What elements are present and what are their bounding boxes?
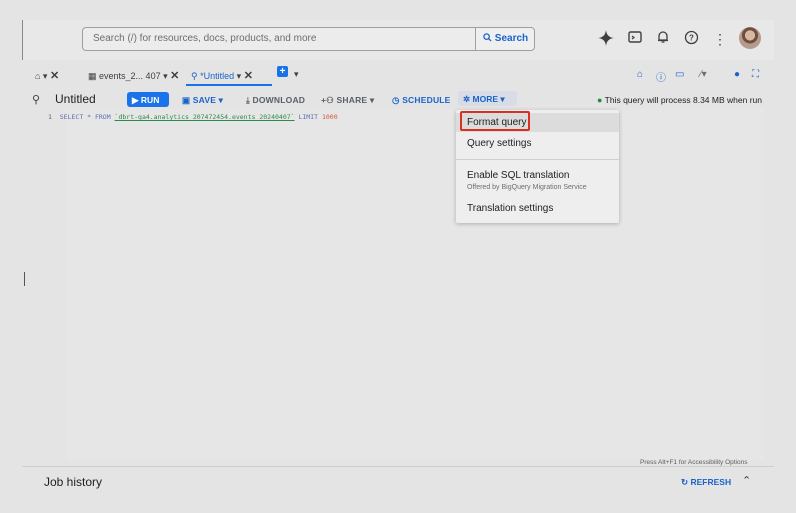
line-number: 1 — [48, 113, 52, 121]
new-tab-menu-icon[interactable]: ▾ — [294, 69, 299, 80]
share-label: SHARE — [336, 95, 368, 105]
search-button[interactable]: Search — [475, 27, 535, 51]
refresh-button[interactable]: ↻ REFRESH — [681, 477, 731, 488]
highlight-box — [460, 111, 530, 131]
play-icon: ▶ — [132, 95, 139, 105]
sql-keyword: SELECT * FROM — [59, 113, 115, 121]
account-avatar[interactable] — [739, 27, 761, 49]
menu-item-translation-settings[interactable]: Translation settings — [467, 203, 553, 214]
clock-icon: ◷ — [392, 95, 400, 105]
cloud-shell-icon[interactable] — [626, 30, 644, 48]
close-icon[interactable]: ✕ — [244, 70, 253, 82]
refresh-icon: ↻ — [681, 477, 689, 487]
download-icon: ⤓ — [246, 95, 250, 105]
run-label: RUN — [140, 95, 160, 105]
close-icon[interactable]: ✕ — [170, 70, 179, 82]
gemini-sparkle-icon[interactable] — [597, 30, 615, 48]
resize-handle[interactable] — [24, 272, 25, 286]
help-icon[interactable]: ? — [682, 30, 700, 48]
job-history-title: Job history — [44, 475, 103, 489]
save-label: SAVE — [192, 95, 217, 105]
menu-item-sub-text: Offered by BigQuery Migration Service — [467, 184, 587, 191]
search-input[interactable]: Search (/) for resources, docs, products… — [82, 27, 475, 51]
home-tab[interactable]: ⌂ ▾ ✕ — [35, 69, 59, 82]
run-button[interactable]: ▶ RUN — [127, 92, 169, 107]
tab-events-table[interactable]: ▦ events_2... 407 ▾ ✕ — [88, 69, 179, 82]
process-text: This query will process 8.34 MB when run — [604, 95, 762, 105]
menu-divider — [456, 159, 619, 160]
query-validation-status: ● This query will process 8.34 MB when r… — [597, 95, 762, 105]
lightbulb-icon[interactable]: ● — [734, 69, 740, 80]
download-label: DOWNLOAD — [252, 95, 306, 105]
save-button[interactable]: ▣ SAVE ▾ — [182, 95, 223, 106]
refresh-label: REFRESH — [690, 477, 732, 487]
accessibility-hint: Press Alt+F1 for Accessibility Options — [640, 459, 748, 466]
sql-editor[interactable] — [66, 109, 764, 460]
save-icon: ▣ — [182, 95, 191, 105]
menu-item-query-settings[interactable]: Query settings — [467, 138, 531, 149]
table-icon: ▦ — [88, 71, 97, 81]
chevron-down-icon: ▾ — [236, 71, 242, 81]
download-button[interactable]: ⤓ DOWNLOAD — [246, 95, 305, 106]
query-icon: ⚲ — [32, 94, 41, 106]
query-icon: ⚲ — [191, 71, 198, 81]
more-vert-icon[interactable]: ⋮ — [711, 30, 729, 48]
svg-text:?: ? — [689, 34, 694, 43]
more-button[interactable]: ✲ MORE ▾ — [458, 91, 517, 106]
new-tab-icon[interactable]: + — [277, 66, 288, 77]
job-history-bar — [22, 466, 774, 495]
query-title[interactable]: Untitled — [55, 92, 96, 106]
left-divider — [22, 20, 23, 60]
sql-keyword-limit: LIMIT — [294, 113, 322, 121]
notifications-icon[interactable] — [654, 30, 672, 48]
chevron-down-icon: ▾ — [163, 71, 168, 81]
schedule-button[interactable]: ◷ SCHEDULE — [392, 95, 451, 106]
menu-item-enable-sql-translation[interactable]: Enable SQL translation — [467, 170, 569, 181]
fullscreen-icon[interactable]: ⛶ — [752, 69, 759, 80]
tab-untitled-label: *Untitled — [200, 71, 235, 81]
pen-icon[interactable]: ⁄▾ — [700, 69, 707, 80]
schedule-label: SCHEDULE — [402, 95, 451, 105]
share-button[interactable]: +⚇ SHARE ▾ — [321, 95, 374, 106]
check-circle-icon: ● — [597, 95, 603, 105]
sql-limit-value: 1000 — [321, 113, 338, 121]
info-icon[interactable]: ⓘ — [656, 69, 666, 84]
chevron-up-icon[interactable]: ⌃ — [742, 474, 751, 487]
keyboard-icon[interactable]: ▭ — [675, 69, 684, 80]
search-button-label: Search — [494, 33, 529, 44]
code-line-1[interactable]: 1 SELECT * FROM `dbrt-ga4.analytics_2074… — [48, 113, 338, 121]
tab-events-label: events_2... 407 — [99, 71, 161, 81]
sql-table-ref: `dbrt-ga4.analytics_207472454.events_202… — [114, 113, 295, 121]
tab-untitled[interactable]: ⚲ *Untitled ▾ ✕ — [191, 69, 253, 82]
share-icon: +⚇ — [321, 95, 334, 105]
search-icon — [483, 33, 492, 42]
gear-icon: ✲ — [463, 94, 471, 104]
active-tab-indicator — [186, 84, 272, 86]
home-icon[interactable]: ⌂ — [637, 69, 643, 80]
more-label: MORE — [472, 94, 499, 104]
editor-gutter — [22, 109, 66, 460]
